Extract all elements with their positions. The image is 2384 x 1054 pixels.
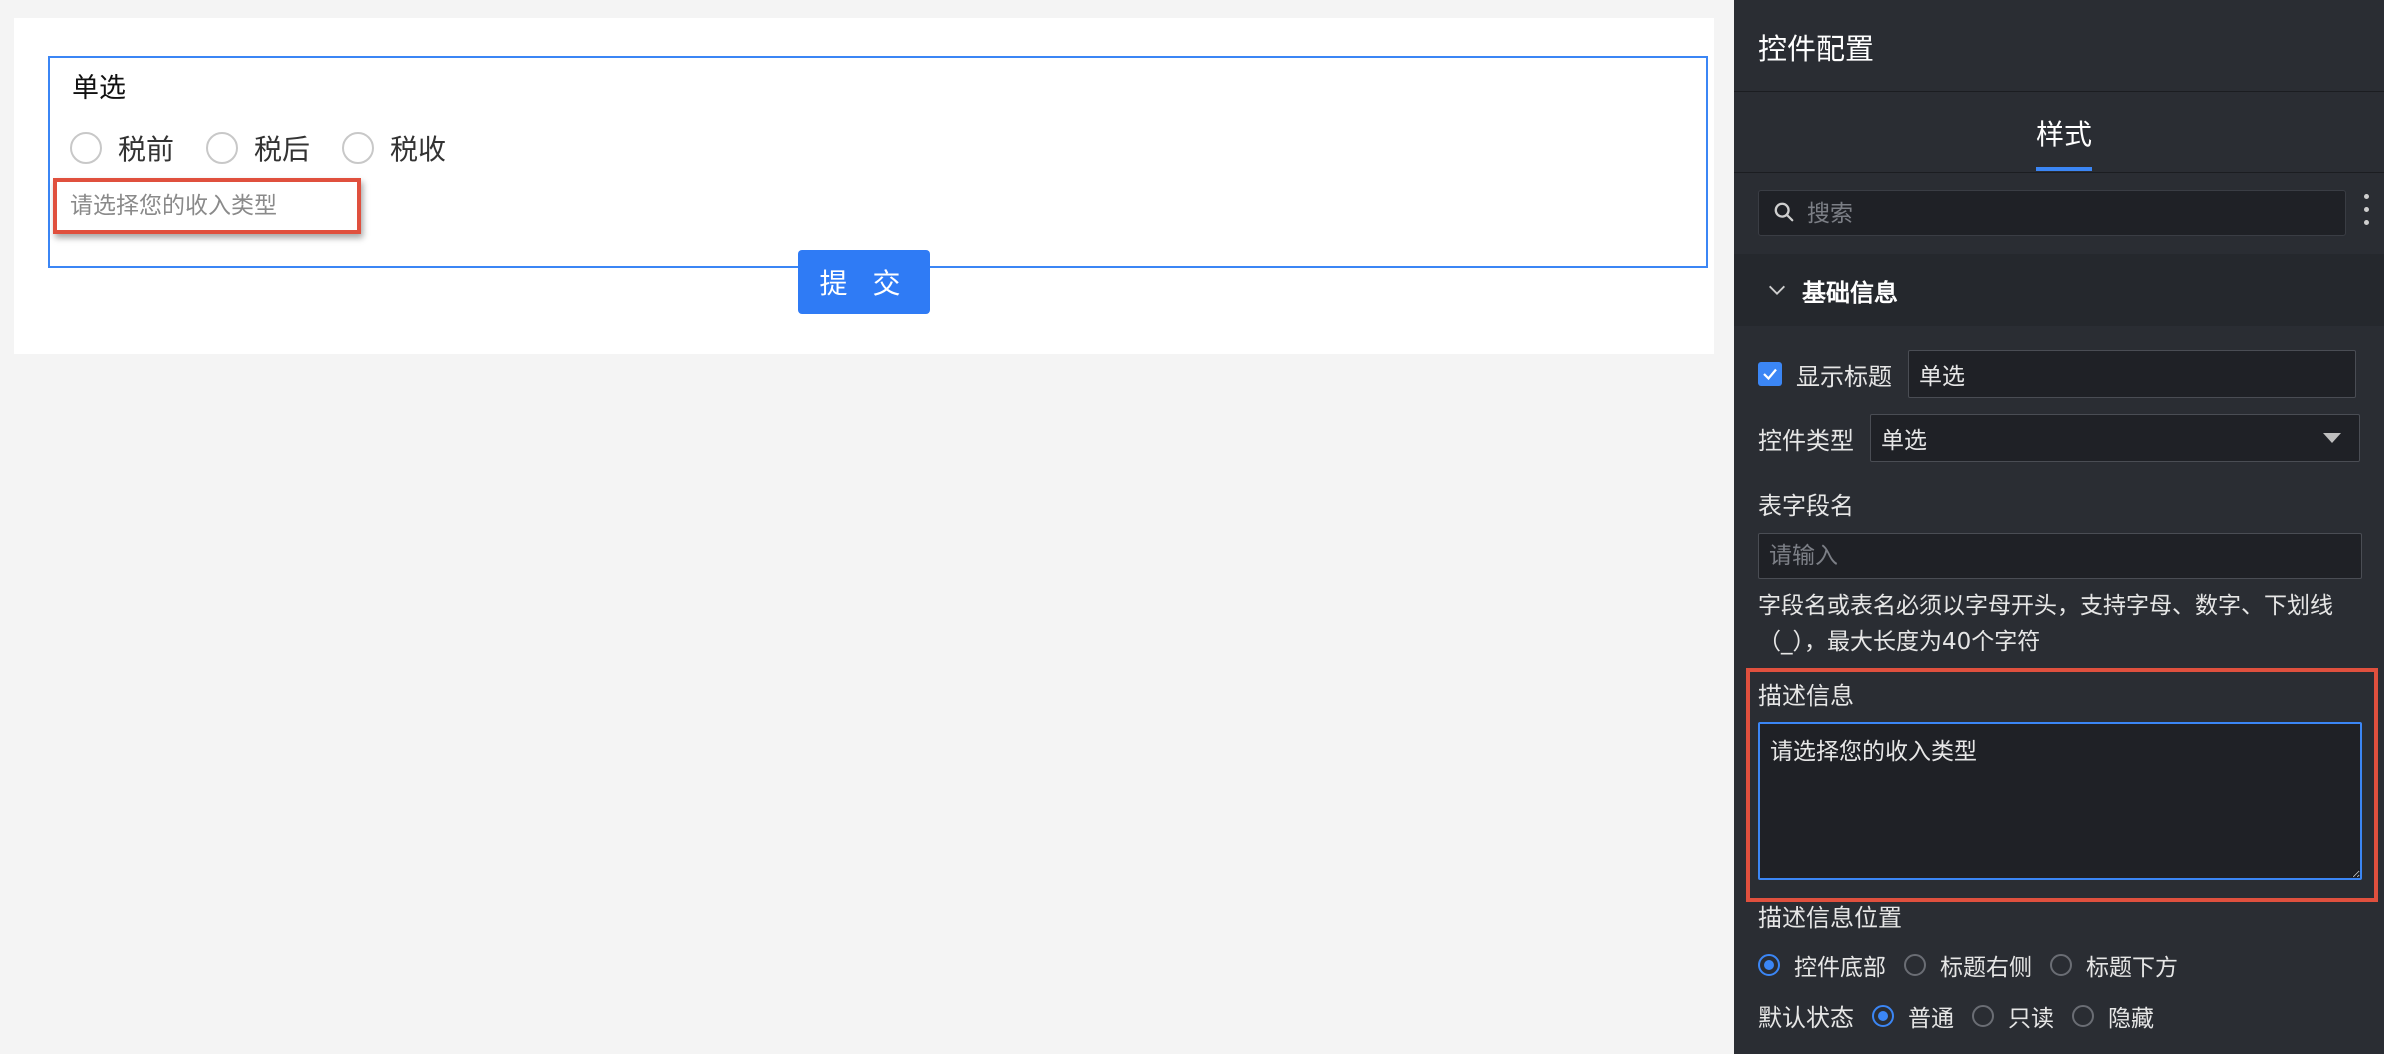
control-type-label: 控件类型 xyxy=(1758,426,1854,455)
radio-icon[interactable] xyxy=(1904,954,1926,976)
title-input[interactable]: 单选 xyxy=(1908,350,2356,398)
state-option-readonly[interactable]: 只读 xyxy=(1972,999,2054,1033)
chevron-down-icon xyxy=(1769,285,1785,295)
show-title-row: 显示标题 单选 xyxy=(1758,350,2356,398)
description-section-highlight: 描述信息 请选择您的收入类型 xyxy=(1746,668,2378,902)
field-name-label-row: 表字段名 xyxy=(1758,486,1854,521)
form-canvas: 单选 税前 税后 税收 请选择您的收入类型 提 交 xyxy=(0,0,1734,1054)
radio-label: 只读 xyxy=(2008,1005,2054,1032)
search-icon xyxy=(1774,202,1794,222)
default-state-group: 默认状态 普通 只读 隐藏 xyxy=(1758,998,2172,1033)
field-name-input[interactable] xyxy=(1758,533,2362,579)
description-position-group: 控件底部 标题右侧 标题下方 xyxy=(1758,948,2196,982)
submit-button[interactable]: 提 交 xyxy=(798,250,930,314)
show-title-checkbox[interactable] xyxy=(1758,362,1782,386)
radio-option-label: 税前 xyxy=(118,133,175,166)
description-label: 描述信息 xyxy=(1758,682,1854,710)
radio-circle-icon[interactable] xyxy=(206,132,239,164)
search-box xyxy=(1758,190,2346,236)
radio-option-label: 税后 xyxy=(254,133,311,166)
description-textarea[interactable]: 请选择您的收入类型 xyxy=(1758,722,2362,880)
radio-option-aftertax[interactable]: 税后 xyxy=(206,128,310,168)
show-title-label: 显示标题 xyxy=(1796,362,1892,391)
radio-selected-icon[interactable] xyxy=(1758,954,1780,976)
caret-down-icon xyxy=(2323,433,2341,443)
widget-description: 请选择您的收入类型 xyxy=(70,193,277,219)
check-icon xyxy=(1763,368,1777,381)
radio-widget[interactable]: 单选 税前 税后 税收 请选择您的收入类型 xyxy=(48,56,1708,268)
radio-circle-icon[interactable] xyxy=(70,132,102,164)
radio-icon[interactable] xyxy=(2072,1004,2094,1027)
control-type-row: 控件类型 单选 xyxy=(1758,414,2360,462)
radio-label: 标题下方 xyxy=(2086,955,2178,981)
tab-bar: 样式 xyxy=(1734,93,2384,173)
default-state-label: 默认状态 xyxy=(1758,1004,1854,1032)
radio-options: 税前 税后 税收 xyxy=(70,128,478,168)
radio-icon[interactable] xyxy=(2050,954,2072,976)
radio-label: 标题右侧 xyxy=(1940,955,2032,981)
more-vertical-icon[interactable] xyxy=(2364,194,2370,232)
state-option-hidden[interactable]: 隐藏 xyxy=(2072,999,2154,1033)
position-option-below-title[interactable]: 标题下方 xyxy=(2050,948,2178,982)
section-basic-info[interactable]: 基础信息 xyxy=(1734,254,2384,326)
radio-selected-icon[interactable] xyxy=(1872,1004,1894,1027)
search-input[interactable] xyxy=(1807,197,2327,231)
radio-option-pretax[interactable]: 税前 xyxy=(70,128,174,168)
radio-label: 控件底部 xyxy=(1794,955,1886,981)
field-name-label: 表字段名 xyxy=(1758,492,1854,520)
section-title: 基础信息 xyxy=(1802,278,1898,307)
description-position-label: 描述信息位置 xyxy=(1758,904,1902,932)
position-option-bottom[interactable]: 控件底部 xyxy=(1758,948,1886,982)
tab-style[interactable]: 样式 xyxy=(2036,113,2092,153)
widget-title: 单选 xyxy=(72,73,126,104)
field-name-hint: 字段名或表名必须以字母开头，支持字母、数字、下划线（_），最大长度为40个字符 xyxy=(1758,593,2333,655)
position-option-right[interactable]: 标题右侧 xyxy=(1904,948,2032,982)
control-type-select[interactable]: 单选 xyxy=(1870,414,2360,462)
control-type-value: 单选 xyxy=(1881,428,1927,454)
tab-active-indicator xyxy=(2036,167,2092,171)
panel-title: 控件配置 xyxy=(1734,0,2384,92)
radio-option-tax[interactable]: 税收 xyxy=(342,128,446,168)
radio-label: 普通 xyxy=(1908,1005,1954,1032)
state-option-normal[interactable]: 普通 xyxy=(1872,999,1954,1033)
radio-label: 隐藏 xyxy=(2108,1005,2154,1032)
radio-option-label: 税收 xyxy=(390,133,447,166)
radio-icon[interactable] xyxy=(1972,1004,1994,1027)
description-position-label-row: 描述信息位置 xyxy=(1758,898,1902,933)
radio-circle-icon[interactable] xyxy=(342,132,375,164)
